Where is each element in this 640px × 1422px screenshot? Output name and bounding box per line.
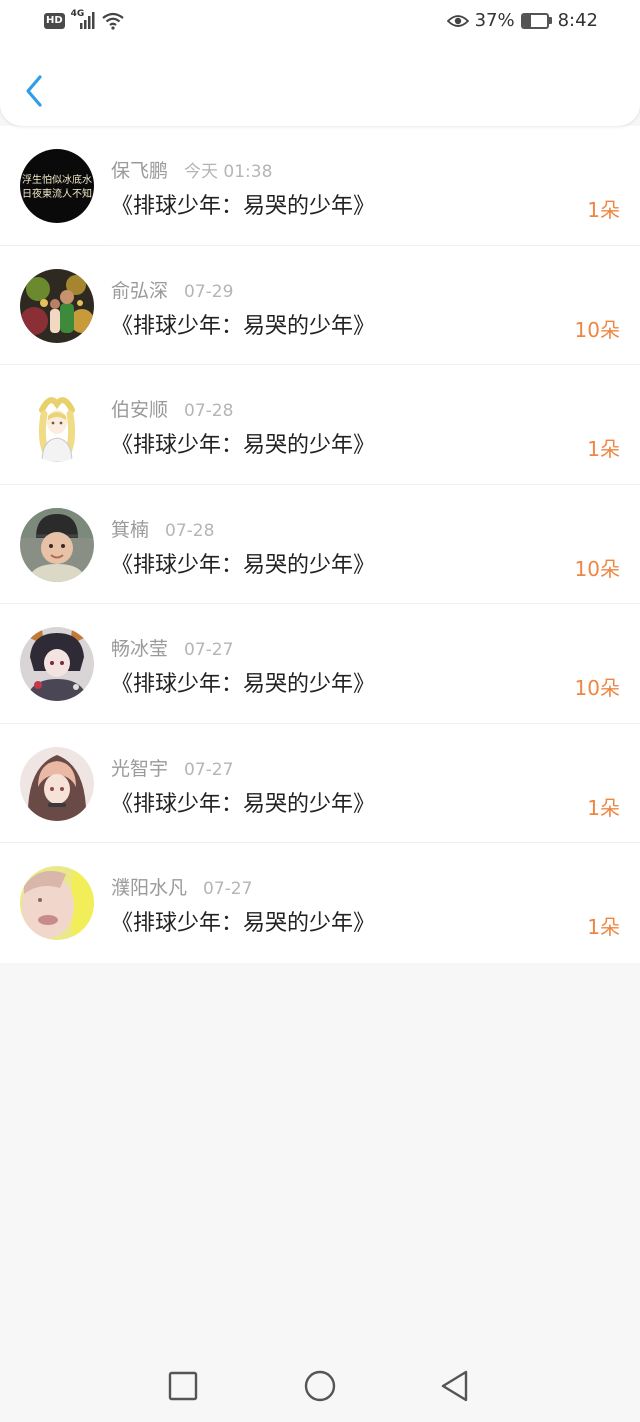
work-title: 《排球少年：易哭的少年》 xyxy=(111,433,376,458)
record-date: 07-27 xyxy=(184,640,234,660)
gift-count: 10朵 xyxy=(574,676,620,700)
user-name: 畅冰莹 xyxy=(111,638,169,660)
home-button[interactable] xyxy=(303,1369,337,1403)
record-date: 07-27 xyxy=(203,879,253,899)
avatar-logo-line-1: 浮生怕似冰底水 xyxy=(22,173,92,186)
list-item[interactable]: 濮阳水凡 07-27 《排球少年：易哭的少年》 1朵 xyxy=(0,843,640,963)
recents-button[interactable] xyxy=(166,1369,200,1403)
avatar[interactable] xyxy=(20,507,94,582)
list-item[interactable]: 光智宇 07-27 《排球少年：易哭的少年》 1朵 xyxy=(0,724,640,843)
battery-percent: 37% xyxy=(474,10,515,31)
battery-level xyxy=(522,14,532,27)
status-bar: HD 4G 37% 8:42 xyxy=(0,0,640,44)
system-navigation-bar xyxy=(0,1350,640,1422)
nav-back-button[interactable] xyxy=(438,1369,472,1403)
gift-count: 10朵 xyxy=(574,556,620,581)
list-item[interactable]: 畅冰莹 07-27 《排球少年：易哭的少年》 10朵 xyxy=(0,604,640,724)
work-title: 《排球少年：易哭的少年》 xyxy=(111,911,376,936)
record-date: 07-27 xyxy=(184,759,234,780)
gift-record-list: 浮生怕似冰底水 日夜東流人不知 保飞鹏 今天 01:38 《排球少年：易哭的少年》… xyxy=(0,126,640,963)
avatar[interactable] xyxy=(20,866,94,940)
eye-comfort-icon xyxy=(446,14,469,27)
chevron-left-icon xyxy=(26,75,42,107)
status-left: HD 4G xyxy=(44,9,125,31)
work-title: 《排球少年：易哭的少年》 xyxy=(111,791,376,817)
gift-count: 1朵 xyxy=(587,795,620,820)
avatar[interactable] xyxy=(20,388,94,462)
cellular-signal-icon: 4G xyxy=(71,9,95,31)
user-name: 保飞鹏 xyxy=(111,160,169,182)
gift-count: 1朵 xyxy=(587,198,620,222)
record-date: 07-28 xyxy=(184,401,234,421)
user-name: 箕楠 xyxy=(111,518,150,541)
record-date: 07-29 xyxy=(184,281,234,302)
gift-count: 1朵 xyxy=(587,915,620,939)
wifi-icon xyxy=(101,12,124,30)
hd-badge: HD xyxy=(44,13,65,29)
record-date: 今天 01:38 xyxy=(184,162,273,182)
avatar[interactable] xyxy=(20,627,94,701)
list-item[interactable]: 浮生怕似冰底水 日夜東流人不知 保飞鹏 今天 01:38 《排球少年：易哭的少年》… xyxy=(0,126,640,246)
user-name: 伯安顺 xyxy=(111,399,169,421)
gift-count: 10朵 xyxy=(574,317,620,342)
work-title: 《排球少年：易哭的少年》 xyxy=(111,672,376,697)
square-icon xyxy=(168,1371,198,1401)
triangle-back-icon xyxy=(441,1370,468,1402)
list-item[interactable]: 俞弘深 07-29 《排球少年：易哭的少年》 10朵 xyxy=(0,246,640,365)
list-item[interactable]: 箕楠 07-28 《排球少年：易哭的少年》 10朵 xyxy=(0,485,640,604)
record-date: 07-28 xyxy=(165,520,215,541)
user-name: 濮阳水凡 xyxy=(111,877,188,899)
avatar-logo-line-2: 日夜東流人不知 xyxy=(22,187,92,200)
work-title: 《排球少年：易哭的少年》 xyxy=(111,313,376,339)
work-title: 《排球少年：易哭的少年》 xyxy=(111,552,376,578)
battery-icon xyxy=(520,12,552,29)
list-item[interactable]: 伯安顺 07-28 《排球少年：易哭的少年》 1朵 xyxy=(0,365,640,485)
avatar[interactable]: 浮生怕似冰底水 日夜東流人不知 xyxy=(20,149,94,223)
work-title: 《排球少年：易哭的少年》 xyxy=(111,194,376,219)
user-name: 俞弘深 xyxy=(111,279,169,302)
gift-count: 1朵 xyxy=(587,437,620,461)
top-header: HD 4G 37% 8:42 xyxy=(0,0,640,126)
status-right: 37% 8:42 xyxy=(446,10,598,31)
user-name: 光智宇 xyxy=(111,757,169,780)
circle-icon xyxy=(304,1370,336,1402)
avatar[interactable] xyxy=(20,268,94,343)
avatar[interactable] xyxy=(20,746,94,821)
clock: 8:42 xyxy=(557,10,598,31)
back-button[interactable] xyxy=(22,72,50,110)
